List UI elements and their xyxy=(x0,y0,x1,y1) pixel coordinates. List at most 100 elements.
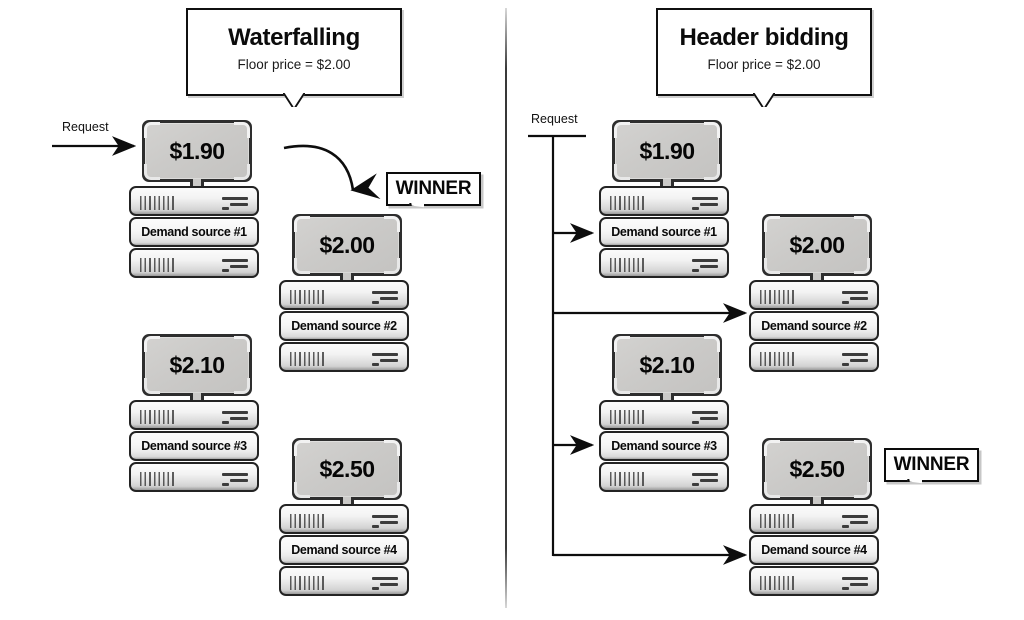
vents-icon xyxy=(610,196,644,210)
vents-icon xyxy=(760,352,794,366)
server-stack-left-3: Demand source #3 xyxy=(129,400,259,494)
bid-screen-right-1: $1.90 xyxy=(612,120,722,189)
rack-unit xyxy=(279,280,409,312)
demand-source-label: Demand source #2 xyxy=(761,319,867,333)
screen-corner-icon xyxy=(704,122,720,138)
demand-source-label: Demand source #1 xyxy=(611,225,717,239)
screen-corner-icon xyxy=(764,482,780,498)
status-lights-icon xyxy=(692,473,718,486)
rack-unit-label: Demand source #3 xyxy=(129,431,259,463)
rack-unit xyxy=(129,186,259,218)
screen-corner-icon xyxy=(294,482,310,498)
bid-screen-left-3: $2.10 xyxy=(142,334,252,403)
bid-value: $2.50 xyxy=(319,455,375,482)
server-stack-right-3: Demand source #3 xyxy=(599,400,729,494)
vents-icon xyxy=(140,472,174,486)
rack-unit xyxy=(279,566,409,598)
screen-corner-icon xyxy=(854,216,870,232)
rack-unit-label: Demand source #4 xyxy=(279,535,409,567)
title-waterfalling: Waterfalling xyxy=(228,24,360,51)
rack-unit xyxy=(129,248,259,280)
vents-icon xyxy=(290,352,324,366)
bid-value: $2.50 xyxy=(789,455,845,482)
request-label-right: Request xyxy=(531,112,578,126)
screen-corner-icon xyxy=(704,378,720,394)
demand-source-label: Demand source #2 xyxy=(291,319,397,333)
server-stack-left-2: Demand source #2 xyxy=(279,280,409,374)
subtitle-header-bidding-floor-price: Floor price = $2.00 xyxy=(707,57,821,72)
rack-unit-label: Demand source #3 xyxy=(599,431,729,463)
subtitle-waterfalling-floor-price: Floor price = $2.00 xyxy=(237,57,351,72)
bid-value: $2.10 xyxy=(639,351,695,378)
vents-icon xyxy=(610,472,644,486)
vents-icon xyxy=(760,514,794,528)
status-lights-icon xyxy=(372,577,398,590)
screen-corner-icon xyxy=(234,164,250,180)
panel-divider xyxy=(505,8,507,608)
status-lights-icon xyxy=(842,515,868,528)
server-stack-right-2: Demand source #2 xyxy=(749,280,879,374)
demand-source-label: Demand source #4 xyxy=(291,543,397,557)
bid-value: $1.90 xyxy=(169,137,225,164)
rack-unit xyxy=(749,280,879,312)
callout-tail-icon xyxy=(283,93,305,107)
diagram-canvas: Waterfalling Floor price = $2.00 Header … xyxy=(0,0,1024,620)
vents-icon xyxy=(140,410,174,424)
rack-unit-label: Demand source #2 xyxy=(279,311,409,343)
winner-tail-icon xyxy=(406,203,424,223)
screen-corner-icon xyxy=(384,258,400,274)
screen-corner-icon xyxy=(764,258,780,274)
server-stack-right-4: Demand source #4 xyxy=(749,504,879,598)
status-lights-icon xyxy=(372,353,398,366)
rack-unit xyxy=(599,186,729,218)
screen-corner-icon xyxy=(764,440,780,456)
server-stack-left-4: Demand source #4 xyxy=(279,504,409,598)
screen-corner-icon xyxy=(854,440,870,456)
screen-corner-icon xyxy=(384,440,400,456)
rack-unit-label: Demand source #4 xyxy=(749,535,879,567)
screen-corner-icon xyxy=(294,216,310,232)
demand-source-label: Demand source #1 xyxy=(141,225,247,239)
screen-corner-icon xyxy=(384,482,400,498)
demand-source-label: Demand source #4 xyxy=(761,543,867,557)
bid-screen-left-1: $1.90 xyxy=(142,120,252,189)
status-lights-icon xyxy=(372,291,398,304)
screen-corner-icon xyxy=(144,336,160,352)
vents-icon xyxy=(140,196,174,210)
bid-screen-right-3: $2.10 xyxy=(612,334,722,403)
status-lights-icon xyxy=(222,259,248,272)
vents-icon xyxy=(290,290,324,304)
screen-corner-icon xyxy=(614,122,630,138)
winner-tail-icon xyxy=(904,479,922,499)
bid-screen-left-4: $2.50 xyxy=(292,438,402,507)
vents-icon xyxy=(610,410,644,424)
vents-icon xyxy=(140,258,174,272)
callout-waterfalling: Waterfalling Floor price = $2.00 xyxy=(186,8,402,96)
winner-badge-right: WINNER xyxy=(884,448,979,482)
rack-unit xyxy=(749,566,879,598)
screen-corner-icon xyxy=(234,336,250,352)
vents-icon xyxy=(610,258,644,272)
screen-corner-icon xyxy=(294,258,310,274)
screen-corner-icon xyxy=(854,482,870,498)
screen-corner-icon xyxy=(614,164,630,180)
screen-corner-icon xyxy=(704,164,720,180)
screen-corner-icon xyxy=(854,258,870,274)
rack-unit xyxy=(749,504,879,536)
screen-corner-icon xyxy=(764,216,780,232)
status-lights-icon xyxy=(222,197,248,210)
vents-icon xyxy=(290,576,324,590)
screen-corner-icon xyxy=(614,378,630,394)
rack-unit-label: Demand source #2 xyxy=(749,311,879,343)
screen-corner-icon xyxy=(614,336,630,352)
status-lights-icon xyxy=(842,291,868,304)
status-lights-icon xyxy=(842,577,868,590)
bid-value: $2.00 xyxy=(789,231,845,258)
rack-unit xyxy=(279,504,409,536)
winner-label: WINNER xyxy=(395,178,472,199)
rack-unit xyxy=(129,462,259,494)
callout-header-bidding: Header bidding Floor price = $2.00 xyxy=(656,8,872,96)
screen-corner-icon xyxy=(144,164,160,180)
bid-value: $1.90 xyxy=(639,137,695,164)
demand-source-label: Demand source #3 xyxy=(611,439,717,453)
